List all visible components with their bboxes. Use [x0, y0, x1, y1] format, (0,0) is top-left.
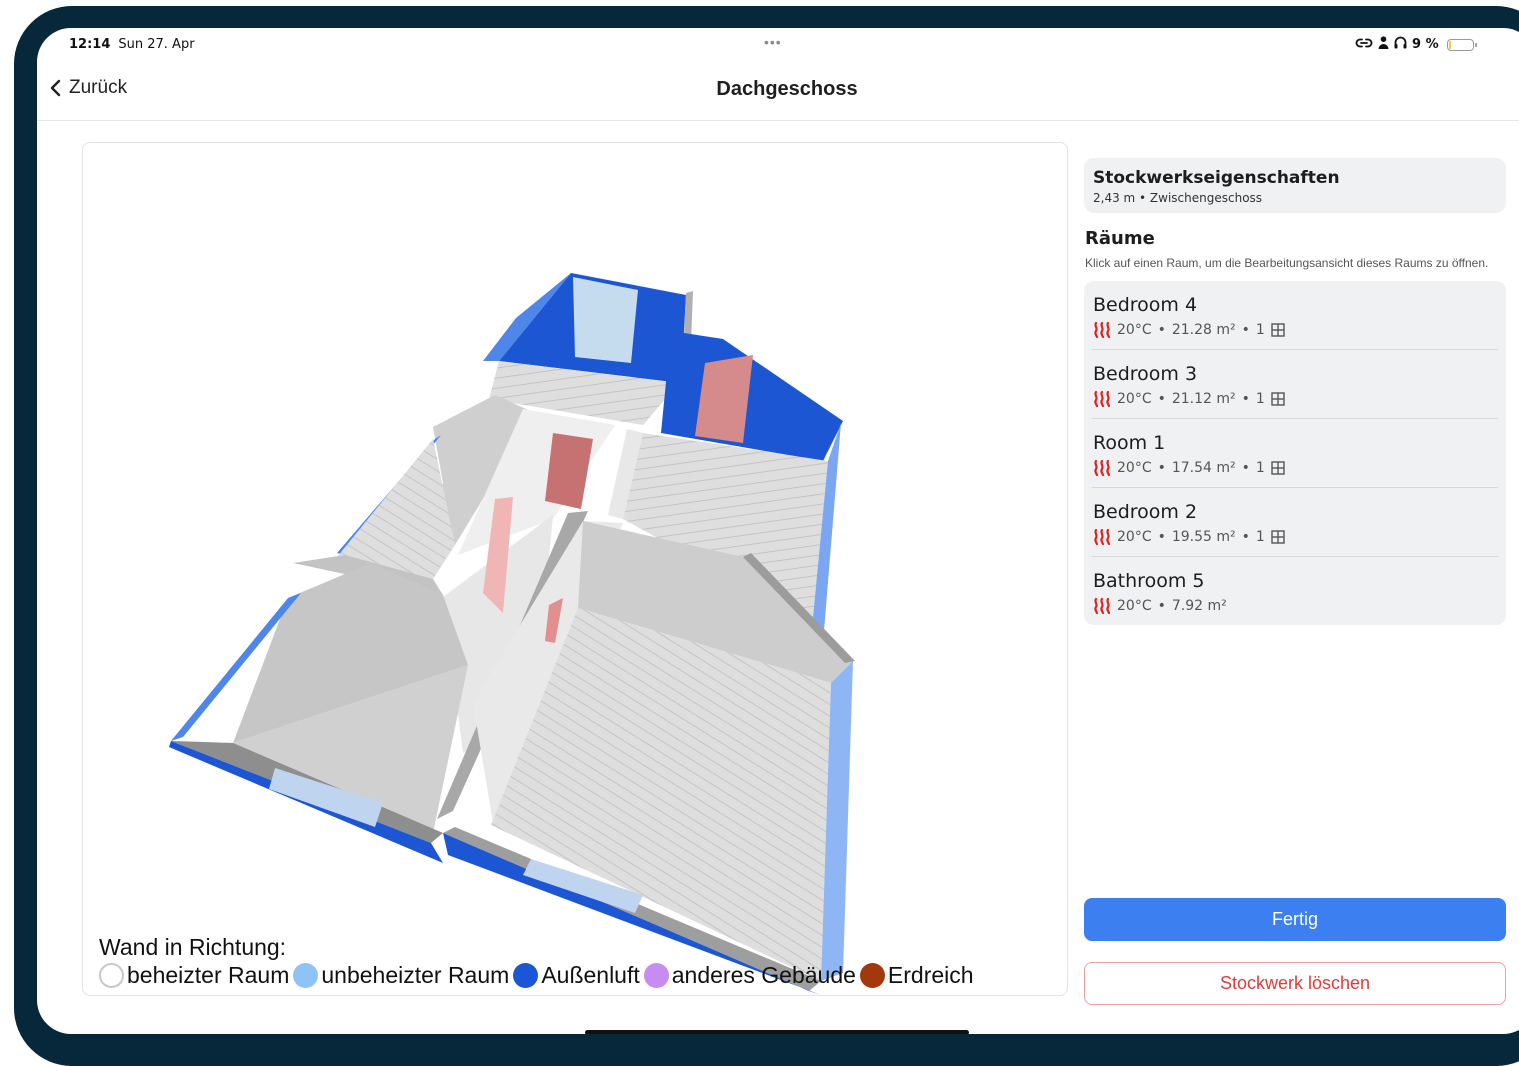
rooms-hint: Klick auf einen Raum, um die Bearbeitung… [1085, 256, 1489, 270]
home-indicator[interactable] [585, 1030, 969, 1034]
window-icon [1271, 461, 1285, 475]
room-meta: 20°C • 17.54 m² • 1 [1093, 460, 1498, 476]
window-count: 1 [1255, 322, 1265, 338]
room-list-item[interactable]: Room 1 20°C • 17.54 m² • 1 [1092, 419, 1498, 488]
window-icon [1271, 392, 1285, 406]
meta-separator: • [1157, 529, 1166, 545]
link-icon [1355, 37, 1373, 53]
navigation-bar: Zurück Dachgeschoss [37, 62, 1519, 121]
heating-icon [1093, 529, 1111, 545]
room-area: 17.54 m² [1171, 460, 1236, 476]
room-meta: 20°C • 7.92 m² [1093, 598, 1498, 614]
room-list-item[interactable]: Bedroom 4 20°C • 21.28 m² • 1 [1092, 281, 1498, 350]
status-bar: 12:14 Sun 27. Apr ••• 9 % [37, 28, 1519, 62]
room-temperature: 20°C [1117, 322, 1152, 338]
room-name: Bathroom 5 [1093, 570, 1205, 592]
room-name: Room 1 [1093, 432, 1166, 454]
battery-level-fill [1448, 40, 1451, 49]
legend-label: Außenluft [541, 962, 640, 988]
meta-separator: • [1241, 460, 1250, 476]
person-icon [1378, 36, 1389, 53]
legend-item-ground: Erdreich [856, 961, 974, 989]
room-temperature: 20°C [1117, 391, 1152, 407]
battery-tip [1474, 42, 1477, 47]
app-screen: 12:14 Sun 27. Apr ••• 9 % Zurück Dachgesc [37, 28, 1519, 1034]
legend-item-outside-air: Außenluft [509, 961, 640, 989]
battery-icon [1446, 38, 1477, 51]
heating-icon [1093, 322, 1111, 338]
legend-item-heated-room: beheizter Raum [99, 961, 289, 989]
room-meta: 20°C • 21.28 m² • 1 [1093, 322, 1498, 338]
status-date: Sun 27. Apr [118, 37, 195, 52]
room-name: Bedroom 4 [1093, 294, 1198, 316]
room-meta: 20°C • 19.55 m² • 1 [1093, 529, 1498, 545]
room-area: 21.12 m² [1171, 391, 1236, 407]
room-list-item[interactable]: Bedroom 3 20°C • 21.12 m² • 1 [1092, 350, 1498, 419]
room-name: Bedroom 3 [1093, 363, 1198, 385]
window-icon [1271, 323, 1285, 337]
floor-properties-title: Stockwerkseigenschaften [1093, 168, 1340, 188]
floor-properties-card[interactable]: Stockwerkseigenschaften 2,43 m • Zwische… [1084, 158, 1506, 213]
legend-title: Wand in Richtung: [99, 934, 287, 960]
room-temperature: 20°C [1117, 598, 1152, 614]
headphones-icon [1394, 36, 1407, 53]
meta-separator: • [1157, 391, 1166, 407]
room-temperature: 20°C [1117, 460, 1152, 476]
legend-label: anderes Gebäude [671, 962, 856, 988]
legend-label: beheizter Raum [127, 962, 290, 988]
meta-separator: • [1157, 460, 1166, 476]
floor-3d-view[interactable]: Wand in Richtung: beheizter Raum unbehei… [82, 142, 1068, 996]
legend-item-unheated-room: unbeheizter Raum [289, 961, 509, 989]
legend-items: beheizter Raum unbeheizter Raum Außenluf… [99, 961, 974, 989]
window-count: 1 [1255, 529, 1265, 545]
meta-separator: • [1241, 529, 1250, 545]
window-icon [1271, 530, 1285, 544]
room-list-item[interactable]: Bedroom 2 20°C • 19.55 m² • 1 [1092, 488, 1498, 557]
room-list-item[interactable]: Bathroom 5 20°C • 7.92 m² [1092, 557, 1498, 625]
meta-separator: • [1241, 391, 1250, 407]
legend-swatch-ground [859, 962, 885, 988]
legend-item-other-building: anderes Gebäude [640, 961, 856, 989]
multitasking-dots[interactable]: ••• [764, 34, 782, 50]
status-time: 12:14 Sun 27. Apr [69, 37, 195, 52]
wall-direction-legend: Wand in Richtung: beheizter Raum unbehei… [99, 933, 974, 989]
meta-separator: • [1157, 322, 1166, 338]
page-title: Dachgeschoss [716, 78, 858, 100]
legend-swatch-outside-air [513, 962, 539, 988]
back-label: Zurück [69, 77, 128, 98]
done-button[interactable]: Fertig [1084, 898, 1506, 941]
legend-label: unbeheizter Raum [321, 962, 510, 988]
legend-swatch-other-building [643, 962, 669, 988]
window-count: 1 [1255, 391, 1265, 407]
floor-properties-subtitle: 2,43 m • Zwischengeschoss [1093, 191, 1263, 205]
floor-sidebar: Stockwerkseigenschaften 2,43 m • Zwische… [1084, 158, 1506, 625]
room-name: Bedroom 2 [1093, 501, 1198, 523]
room-list: Bedroom 4 20°C • 21.28 m² • 1 Bedroom 3 … [1084, 281, 1506, 625]
room-area: 7.92 m² [1171, 598, 1227, 614]
heating-icon [1093, 460, 1111, 476]
room-area: 21.28 m² [1171, 322, 1236, 338]
battery-percent: 9 % [1412, 37, 1439, 52]
heating-icon [1093, 391, 1111, 407]
status-icons: 9 % [1355, 36, 1477, 53]
meta-separator: • [1241, 322, 1250, 338]
back-button[interactable]: Zurück [49, 77, 127, 99]
room-meta: 20°C • 21.12 m² • 1 [1093, 391, 1498, 407]
room-bedroom-2-model[interactable] [169, 563, 468, 863]
legend-label: Erdreich [887, 962, 974, 988]
rooms-heading: Räume [1085, 228, 1155, 249]
delete-floor-button[interactable]: Stockwerk löschen [1084, 962, 1506, 1005]
room-temperature: 20°C [1117, 529, 1152, 545]
floor-model[interactable] [83, 143, 1067, 995]
heating-icon [1093, 598, 1111, 614]
status-clock: 12:14 [69, 37, 111, 52]
legend-swatch-heated [99, 962, 124, 988]
chevron-left-icon [50, 79, 61, 97]
window-count: 1 [1255, 460, 1265, 476]
meta-separator: • [1157, 598, 1166, 614]
legend-swatch-unheated [293, 962, 319, 988]
room-area: 19.55 m² [1171, 529, 1236, 545]
room-bedroom-4-model[interactable] [483, 273, 693, 425]
